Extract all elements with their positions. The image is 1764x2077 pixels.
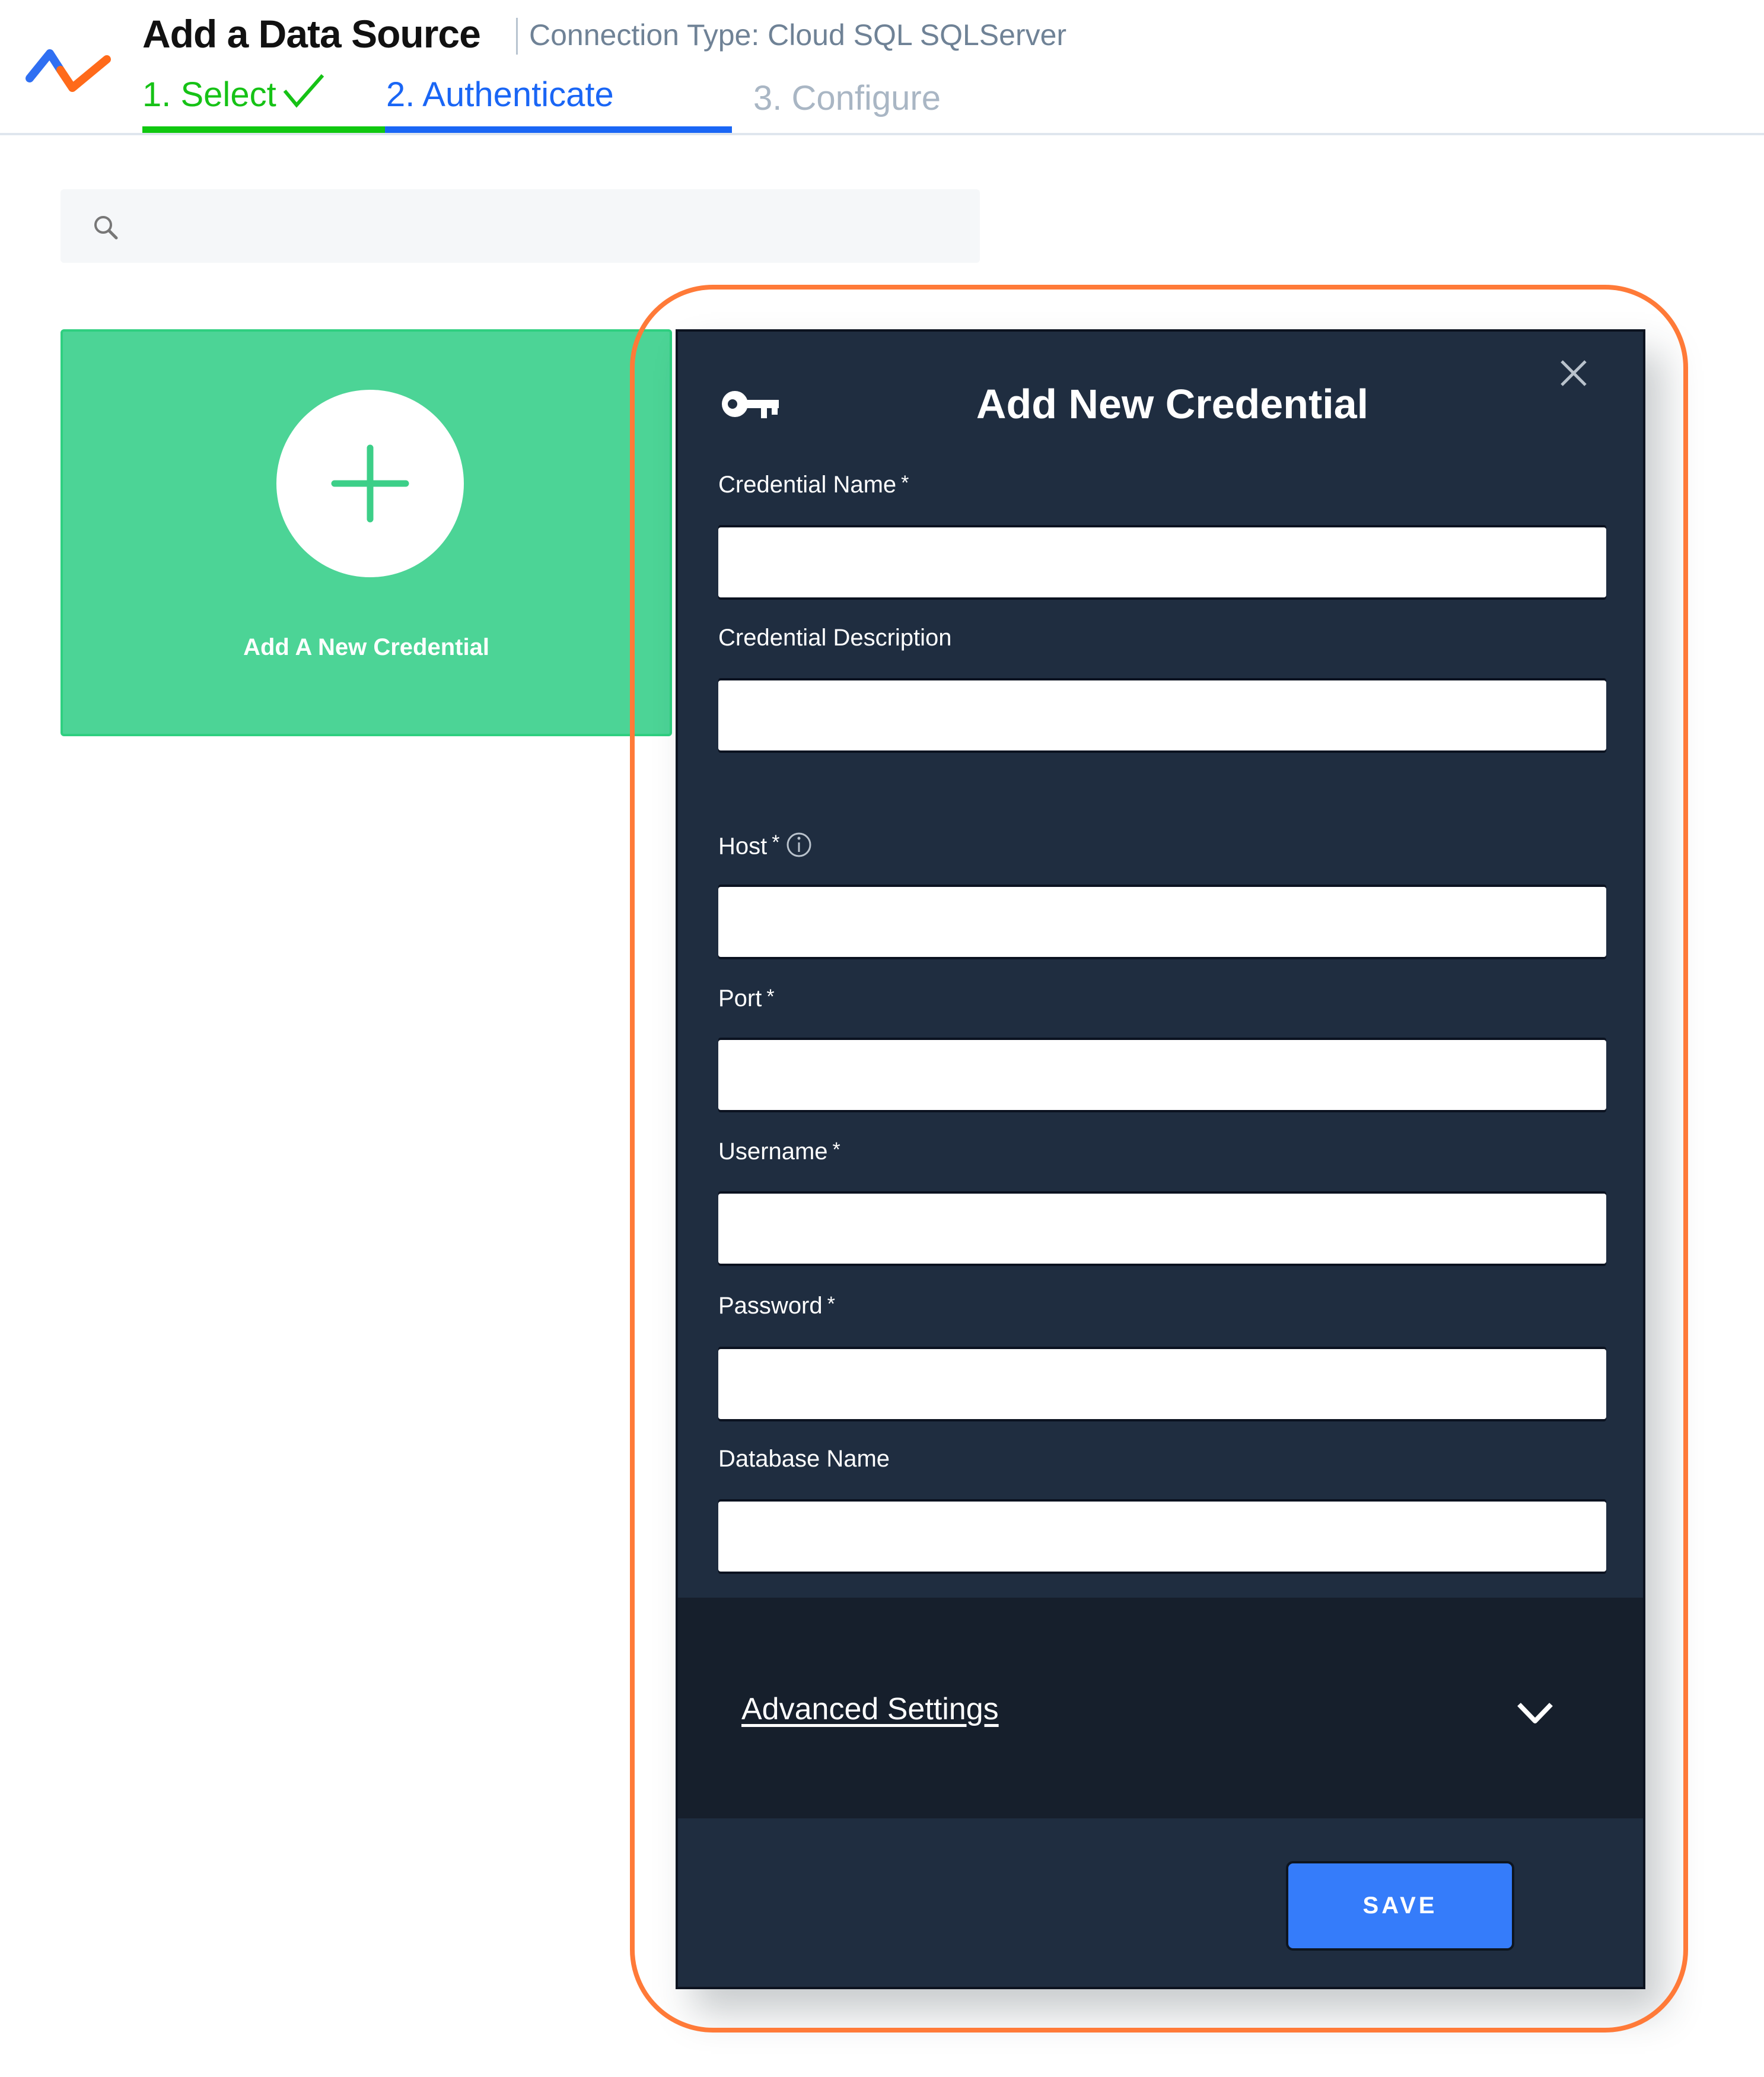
required-marker: * <box>832 1138 840 1161</box>
chevron-down-icon[interactable] <box>1514 1699 1556 1731</box>
username-input[interactable] <box>718 1194 1606 1264</box>
step-select[interactable]: 1. Select <box>142 70 325 122</box>
connection-type: Connection Type: Cloud SQL SQLServer <box>529 18 1067 52</box>
add-credential-card[interactable]: Add A New Credential <box>61 329 672 736</box>
step-configure[interactable]: 3. Configure <box>753 74 941 123</box>
plus-icon <box>331 444 409 523</box>
database-name-label: Database Name <box>718 1446 894 1472</box>
search-input[interactable] <box>126 189 970 264</box>
credential-name-input[interactable] <box>718 527 1606 597</box>
database-name-input[interactable] <box>718 1502 1606 1572</box>
required-marker: * <box>901 472 909 494</box>
title-separator <box>516 18 518 55</box>
info-icon[interactable] <box>785 831 813 864</box>
close-icon[interactable] <box>1556 355 1591 391</box>
modal-title: Add New Credential <box>976 381 1369 427</box>
plus-circle <box>276 390 464 577</box>
port-label-text: Port <box>718 985 762 1012</box>
search-bar[interactable] <box>61 189 980 264</box>
username-label-text: Username <box>718 1138 828 1165</box>
save-button[interactable]: SAVE <box>1286 1861 1514 1951</box>
port-label: Port * <box>718 985 775 1012</box>
credential-name-label-text: Credential Name <box>718 472 897 498</box>
host-input[interactable] <box>718 887 1606 957</box>
logo-icon <box>26 49 111 92</box>
port-input[interactable] <box>718 1040 1606 1110</box>
step-select-label: 1. Select <box>142 75 276 114</box>
required-marker: * <box>827 1293 835 1315</box>
host-label-text: Host <box>718 833 768 860</box>
add-credential-label: Add A New Credential <box>243 634 489 660</box>
required-marker: * <box>766 985 775 1008</box>
step-select-indicator <box>142 126 385 133</box>
username-label: Username * <box>718 1138 840 1165</box>
page-title: Add a Data Source <box>142 12 481 56</box>
check-icon <box>282 72 325 122</box>
credential-name-label: Credential Name * <box>718 472 909 498</box>
advanced-settings-toggle[interactable]: Advanced Settings <box>678 1598 1643 1818</box>
password-input[interactable] <box>718 1349 1606 1419</box>
password-label-text: Password <box>718 1293 823 1319</box>
credential-description-label-text: Credential Description <box>718 625 952 651</box>
password-label: Password * <box>718 1293 835 1319</box>
advanced-settings-label[interactable]: Advanced Settings <box>741 1691 999 1727</box>
app-logo <box>24 42 119 101</box>
credential-description-input[interactable] <box>718 680 1606 750</box>
search-icon <box>91 213 120 241</box>
database-name-label-text: Database Name <box>718 1446 890 1472</box>
step-authenticate-indicator <box>385 126 732 133</box>
add-credential-modal: Add New Credential Credential Name * Cred… <box>676 329 1645 1989</box>
host-label: Host * <box>718 831 813 864</box>
credential-description-label: Credential Description <box>718 625 957 651</box>
header-divider <box>0 133 1764 135</box>
required-marker: * <box>772 831 780 854</box>
step-authenticate[interactable]: 2. Authenticate <box>386 70 614 120</box>
